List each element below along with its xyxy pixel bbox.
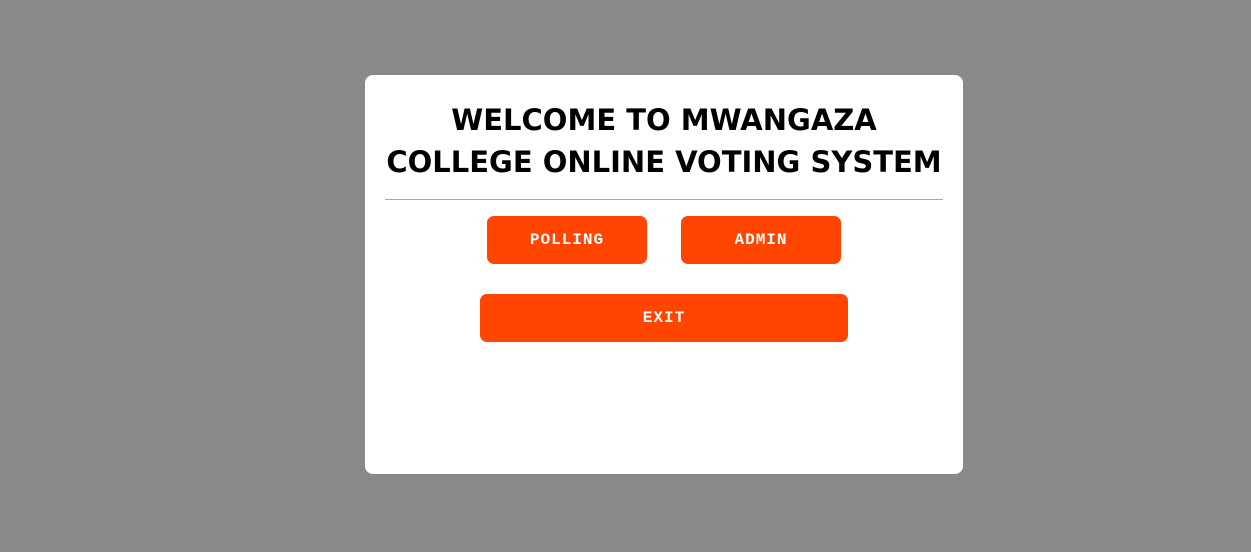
welcome-card: WELCOME TO MWANGAZA COLLEGE ONLINE VOTIN…	[365, 75, 963, 474]
exit-button[interactable]: EXIT	[480, 294, 848, 342]
title-divider	[385, 199, 943, 200]
polling-button[interactable]: POLLING	[487, 216, 647, 264]
page-title: WELCOME TO MWANGAZA COLLEGE ONLINE VOTIN…	[386, 103, 942, 179]
admin-button[interactable]: ADMIN	[681, 216, 841, 264]
